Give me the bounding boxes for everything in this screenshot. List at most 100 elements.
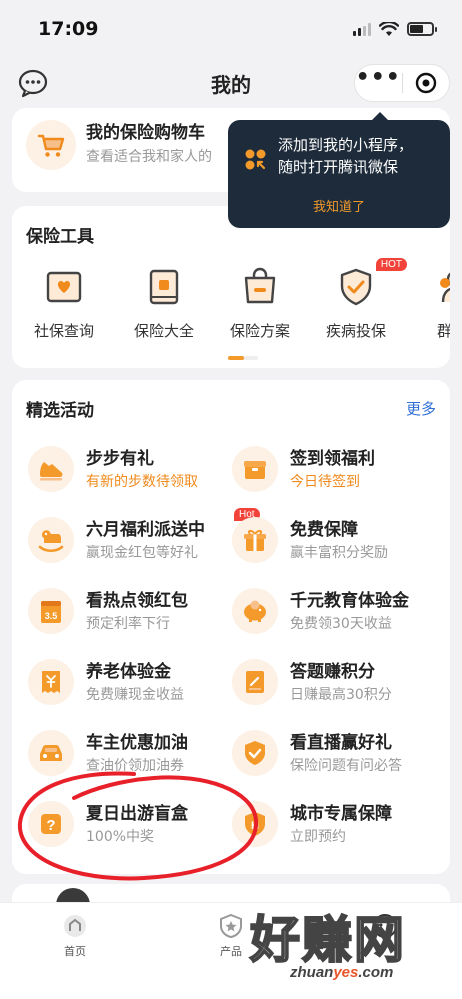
cellular-signal-icon bbox=[353, 22, 371, 36]
activity-title: 城市专属保障 bbox=[290, 804, 392, 824]
activity-title: 答题赚积分 bbox=[290, 662, 375, 682]
close-mini-program-button[interactable] bbox=[403, 65, 450, 101]
wifi-icon bbox=[379, 21, 399, 36]
tools-scroll-indicator bbox=[228, 356, 258, 360]
activity-subtitle: 免费领30天收益 bbox=[290, 616, 392, 632]
tool-group-insurance[interactable]: 群投 bbox=[404, 266, 450, 341]
activity-title: 看直播赢好礼 bbox=[290, 733, 392, 753]
activity-fuel-discount[interactable]: 车主优惠加油 查油价领加油券 bbox=[12, 722, 232, 793]
tool-label: 疾病投保 bbox=[325, 322, 386, 340]
tooltip-confirm-button[interactable]: 我知道了 bbox=[228, 196, 450, 215]
activity-title: 免费保障 bbox=[290, 520, 358, 540]
activity-summer-mystery-box[interactable]: ? 夏日出游盲盒 100%中奖 bbox=[12, 793, 232, 864]
activity-steps[interactable]: 步步有礼 有新的步数待领取 bbox=[12, 438, 232, 509]
insurance-tools-card: 保险工具 社保查询 保险大全 保险方案 HOT 疾病投保 群 bbox=[12, 206, 450, 368]
status-bar: 17:09 bbox=[0, 0, 462, 58]
activity-june-benefits[interactable]: 六月福利派送中 Hot 赢现金红包等好礼 bbox=[12, 508, 260, 580]
activity-title: 六月福利派送中 bbox=[86, 520, 205, 540]
activity-title: 车主优惠加油 bbox=[86, 733, 188, 753]
sneaker-icon bbox=[28, 446, 74, 492]
tab-label: 首页 bbox=[64, 945, 86, 958]
watermark-domain-c: .com bbox=[358, 964, 394, 981]
status-time: 17:09 bbox=[38, 18, 99, 40]
watermark-domain-b: yes bbox=[333, 964, 359, 981]
svg-text:?: ? bbox=[46, 817, 55, 834]
star-badge-icon bbox=[220, 913, 242, 939]
tool-label: 保险方案 bbox=[229, 322, 290, 340]
tool-label: 群投 bbox=[436, 322, 450, 340]
tool-insurance-encyclopedia[interactable]: 保险大全 bbox=[116, 266, 212, 341]
featured-activities-card: 精选活动 更多 步步有礼 有新的步数待领取 签到领福利 今日待签到 六月福利派送… bbox=[12, 380, 450, 874]
activity-subtitle: 赢现金红包等好礼 bbox=[86, 545, 198, 561]
more-activities-link[interactable]: 更多 bbox=[406, 398, 436, 419]
activity-title: 步步有礼 bbox=[86, 449, 154, 469]
tool-label: 保险大全 bbox=[133, 322, 194, 340]
activity-subtitle: 有新的步数待领取 bbox=[86, 474, 198, 490]
mini-program-icon bbox=[245, 149, 266, 170]
present-icon bbox=[232, 517, 278, 563]
battery-icon bbox=[407, 22, 437, 36]
activities-grid: 步步有礼 有新的步数待领取 签到领福利 今日待签到 六月福利派送中 Hot 赢现… bbox=[12, 438, 450, 864]
svg-text:H: H bbox=[251, 820, 259, 832]
activity-check-in[interactable]: 签到领福利 今日待签到 bbox=[232, 438, 450, 509]
activity-subtitle: 查油价领加油券 bbox=[86, 758, 184, 774]
chat-bubble-icon[interactable] bbox=[16, 66, 50, 100]
activity-subtitle: 赢丰富积分奖励 bbox=[290, 545, 388, 561]
activity-quiz-points[interactable]: 答题赚积分 日赚最高30积分 bbox=[232, 651, 450, 722]
activities-title: 精选活动 bbox=[26, 401, 94, 421]
mystery-box-icon: ? bbox=[28, 801, 74, 847]
gift-box-icon bbox=[232, 446, 278, 492]
watermark-text: 好赚网 bbox=[249, 911, 406, 969]
activity-free-coverage[interactable]: 免费保障 赢丰富积分奖励 bbox=[232, 509, 450, 580]
more-dots-icon: ••• bbox=[355, 65, 401, 90]
activity-pension-fund[interactable]: 养老体验金 免费赚现金收益 bbox=[12, 651, 232, 722]
insurance-bag-icon bbox=[244, 267, 276, 304]
activity-title: 签到领福利 bbox=[290, 449, 375, 469]
tab-home[interactable]: 首页 bbox=[40, 913, 110, 959]
tool-icon-wrap: HOT bbox=[335, 258, 407, 308]
tool-social-security[interactable]: 社保查询 bbox=[12, 266, 116, 341]
activity-education-fund[interactable]: 千元教育体验金 免费领30天收益 bbox=[232, 580, 450, 651]
city-shield-icon: H bbox=[232, 801, 278, 847]
shopping-cart-icon bbox=[26, 120, 76, 170]
activity-title: 夏日出游盲盒 bbox=[86, 804, 188, 824]
calendar-icon-text: 3.5 bbox=[45, 611, 58, 621]
social-security-icon bbox=[46, 271, 82, 303]
cart-title: 我的保险购物车 bbox=[86, 123, 205, 143]
insurance-book-icon bbox=[149, 269, 179, 305]
tools-title: 保险工具 bbox=[26, 227, 94, 247]
watermark-domain-a: zhuan bbox=[290, 964, 334, 981]
notebook-icon bbox=[232, 659, 278, 705]
shield-badge-icon bbox=[232, 730, 278, 776]
tool-insurance-plan[interactable]: 保险方案 bbox=[212, 266, 308, 341]
mini-program-capsule: ••• bbox=[354, 64, 450, 102]
calendar-icon: 3.5 bbox=[28, 588, 74, 634]
activity-subtitle: 100%中奖 bbox=[86, 829, 155, 845]
activity-hot-topics[interactable]: 3.5 看热点领红包 预定利率下行 bbox=[12, 580, 232, 651]
activity-subtitle: 立即预约 bbox=[290, 829, 346, 845]
piggy-bank-icon bbox=[232, 588, 278, 634]
tool-disease-insurance[interactable]: HOT 疾病投保 bbox=[308, 258, 407, 341]
activity-title: 千元教育体验金 bbox=[290, 591, 409, 611]
activity-subtitle: 日赚最高30积分 bbox=[290, 687, 392, 703]
car-icon bbox=[28, 730, 74, 776]
activity-title: 养老体验金 bbox=[86, 662, 171, 682]
yuan-receipt-icon bbox=[28, 659, 74, 705]
activity-subtitle: 免费赚现金收益 bbox=[86, 687, 184, 703]
activity-title: 看热点领红包 bbox=[86, 591, 188, 611]
tool-label: 社保查询 bbox=[33, 322, 94, 340]
activity-city-coverage[interactable]: H 城市专属保障 立即预约 bbox=[232, 793, 450, 864]
target-close-icon bbox=[415, 72, 436, 94]
more-options-button[interactable]: ••• bbox=[355, 65, 402, 101]
site-watermark: 好赚网 zhuanyes.com bbox=[249, 911, 406, 981]
add-to-mini-program-tooltip: 添加到我的小程序， 随时打开腾讯微保 我知道了 bbox=[228, 112, 450, 228]
home-icon bbox=[64, 915, 86, 937]
activity-live-stream[interactable]: 看直播赢好礼 保险问题有问必答 bbox=[232, 722, 450, 793]
activity-subtitle: 预定利率下行 bbox=[86, 616, 170, 632]
cart-subtitle: 查看适合我和家人的 bbox=[86, 149, 212, 165]
group-icon bbox=[440, 272, 450, 303]
hot-badge: HOT bbox=[375, 258, 407, 271]
tooltip-message: 添加到我的小程序， 随时打开腾讯微保 bbox=[278, 136, 414, 176]
status-icons bbox=[353, 21, 437, 37]
rocking-horse-icon bbox=[28, 517, 74, 563]
